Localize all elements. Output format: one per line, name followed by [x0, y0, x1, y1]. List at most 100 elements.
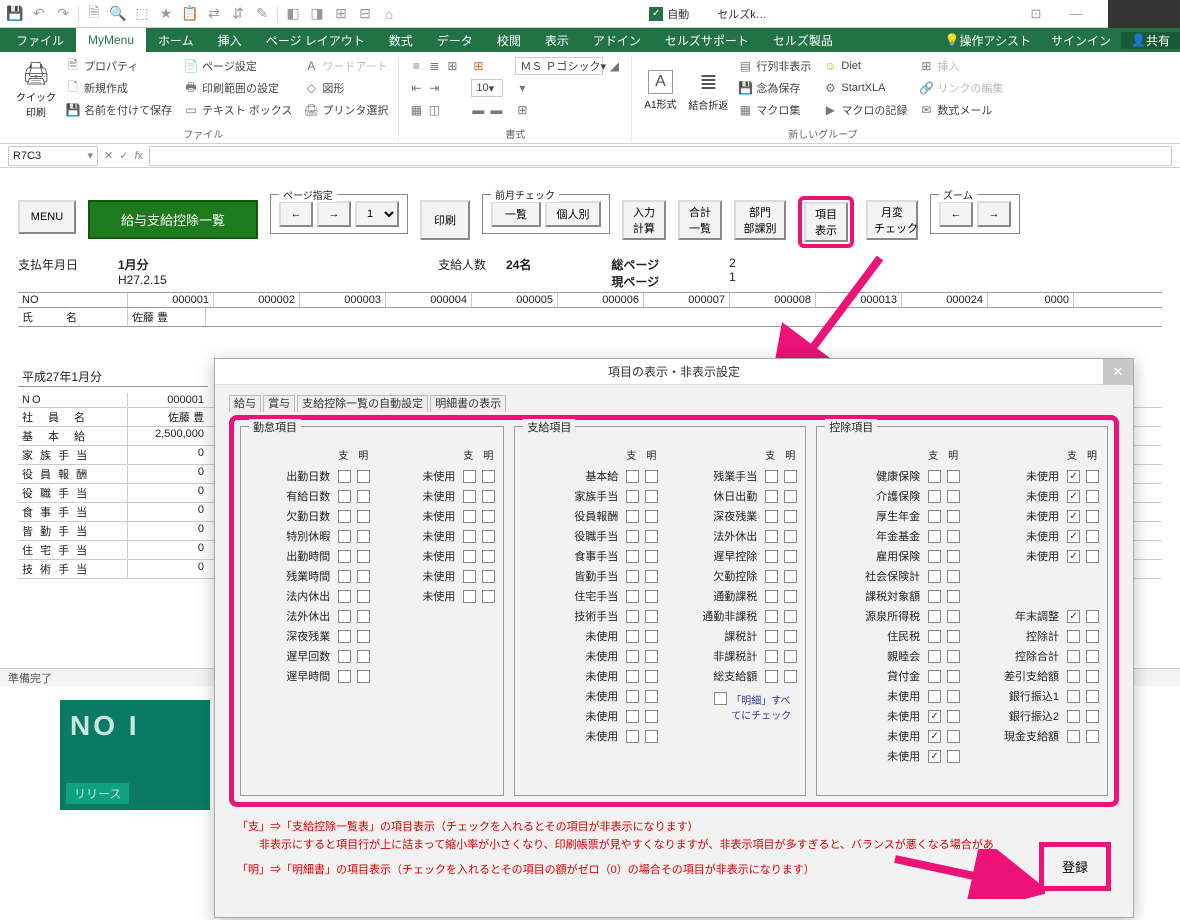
shi-checkbox[interactable] [1067, 630, 1080, 643]
shi-checkbox[interactable] [765, 570, 778, 583]
mei-checkbox[interactable] [1086, 670, 1099, 683]
shi-checkbox[interactable] [338, 650, 351, 663]
mei-checkbox[interactable] [645, 590, 658, 603]
shi-checkbox[interactable] [928, 650, 941, 663]
mei-checkbox[interactable] [947, 530, 960, 543]
mei-checkbox[interactable] [947, 630, 960, 643]
mei-checkbox[interactable] [947, 510, 960, 523]
mei-checkbox[interactable] [645, 710, 658, 723]
shi-checkbox[interactable] [626, 710, 639, 723]
printer-select-button[interactable]: 🖨プリンタ選択 [300, 100, 392, 120]
mei-checkbox[interactable] [482, 570, 495, 583]
tell-me[interactable]: 💡 操作アシスト [935, 32, 1041, 49]
border-icon[interactable]: ▦ [409, 103, 423, 117]
zoom-prev-button[interactable]: ← [939, 201, 973, 227]
fill-icon[interactable]: ▬ [489, 103, 503, 117]
shi-checkbox[interactable] [928, 630, 941, 643]
mei-checkbox[interactable] [947, 470, 960, 483]
hide-rowcol-button[interactable]: ▤行列非表示 [734, 56, 815, 76]
list-button[interactable]: 一覧 [491, 201, 541, 227]
mei-checkbox[interactable] [1086, 710, 1099, 723]
a1-mode-button[interactable]: AA1形式 [638, 56, 682, 124]
shi-checkbox[interactable] [1067, 530, 1080, 543]
page-prev-button[interactable]: ← [279, 201, 313, 227]
shi-checkbox[interactable] [765, 630, 778, 643]
mei-checkbox[interactable] [947, 490, 960, 503]
qat-icon[interactable]: ◧ [282, 3, 304, 25]
tab-review[interactable]: 校閲 [485, 28, 533, 52]
shi-checkbox[interactable] [1067, 670, 1080, 683]
edit-links-button[interactable]: 🔗リンクの編集 [915, 78, 1007, 98]
tab-addin[interactable]: アドイン [581, 28, 653, 52]
qat-icon[interactable]: ★ [155, 3, 177, 25]
merge-icon[interactable]: ⊞ [515, 103, 529, 117]
mei-checkbox[interactable] [1086, 650, 1099, 663]
shi-checkbox[interactable] [928, 670, 941, 683]
shi-checkbox[interactable] [626, 730, 639, 743]
mei-checkbox[interactable] [645, 630, 658, 643]
font-name-select[interactable]: ＭＳ Ｐゴシック▾ [515, 57, 603, 75]
shi-checkbox[interactable] [338, 530, 351, 543]
mei-checkbox[interactable] [947, 610, 960, 623]
page-next-button[interactable]: → [317, 201, 351, 227]
shi-checkbox[interactable] [928, 710, 941, 723]
mei-checkbox[interactable] [1086, 630, 1099, 643]
dropdown-icon[interactable]: ▾ [515, 81, 529, 95]
qat-redo-icon[interactable]: ↷ [52, 3, 74, 25]
mei-checkbox[interactable] [357, 490, 370, 503]
shi-checkbox[interactable] [1067, 690, 1080, 703]
shi-checkbox[interactable] [626, 470, 639, 483]
apps-icon[interactable]: ⊞ [471, 59, 485, 73]
mei-checkbox[interactable] [784, 650, 797, 663]
dialog-close-button[interactable]: ✕ [1103, 359, 1133, 385]
qat-icon[interactable]: ⇄ [203, 3, 225, 25]
shi-checkbox[interactable] [463, 510, 476, 523]
mei-checkbox[interactable] [645, 730, 658, 743]
mei-checkbox[interactable] [645, 610, 658, 623]
mei-checkbox[interactable] [357, 570, 370, 583]
shi-checkbox[interactable] [765, 510, 778, 523]
shi-checkbox[interactable] [626, 530, 639, 543]
formula-mail-button[interactable]: ✉数式メール [915, 100, 1007, 120]
mei-checkbox[interactable] [784, 630, 797, 643]
mei-checkbox[interactable] [784, 570, 797, 583]
mei-checkbox[interactable] [784, 510, 797, 523]
saveas-button[interactable]: 💾名前を付けて保存 [62, 100, 176, 120]
shi-checkbox[interactable] [765, 470, 778, 483]
shi-checkbox[interactable] [626, 550, 639, 563]
mei-checkbox[interactable] [947, 710, 960, 723]
shi-checkbox[interactable] [928, 490, 941, 503]
shi-checkbox[interactable] [1067, 470, 1080, 483]
shi-checkbox[interactable] [338, 610, 351, 623]
mei-checkbox[interactable] [784, 610, 797, 623]
mei-checkbox[interactable] [482, 470, 495, 483]
shi-checkbox[interactable] [928, 750, 941, 763]
shi-checkbox[interactable] [1067, 710, 1080, 723]
shi-checkbox[interactable] [1067, 510, 1080, 523]
mei-checkbox[interactable] [947, 690, 960, 703]
tab-data[interactable]: データ [425, 28, 485, 52]
backup-button[interactable]: 💾念為保存 [734, 78, 815, 98]
align-icon[interactable]: ≣ [427, 59, 441, 73]
input-calc-button[interactable]: 入力 計算 [622, 200, 666, 240]
mei-checkbox[interactable] [357, 470, 370, 483]
zoom-next-button[interactable]: → [977, 201, 1011, 227]
mei-checkbox[interactable] [645, 690, 658, 703]
shi-checkbox[interactable] [626, 630, 639, 643]
shi-checkbox[interactable] [463, 530, 476, 543]
shi-checkbox[interactable] [338, 470, 351, 483]
monthly-check-button[interactable]: 月変 チェック [866, 200, 918, 240]
cancel-icon[interactable]: ✕ [104, 149, 113, 162]
mei-checkbox[interactable] [1086, 730, 1099, 743]
shi-checkbox[interactable] [338, 490, 351, 503]
qat-icon[interactable]: 🗎 [83, 3, 105, 25]
shi-checkbox[interactable] [338, 570, 351, 583]
mei-checkbox[interactable] [482, 590, 495, 603]
textbox-button[interactable]: ▭テキスト ボックス [180, 100, 296, 120]
payroll-list-button[interactable]: 給与支給控除一覧 [88, 200, 258, 239]
shi-checkbox[interactable] [928, 530, 941, 543]
shi-checkbox[interactable] [1067, 610, 1080, 623]
tab-mymenu[interactable]: MyMenu [76, 28, 146, 52]
mei-checkbox[interactable] [357, 530, 370, 543]
mei-checkbox[interactable] [947, 570, 960, 583]
